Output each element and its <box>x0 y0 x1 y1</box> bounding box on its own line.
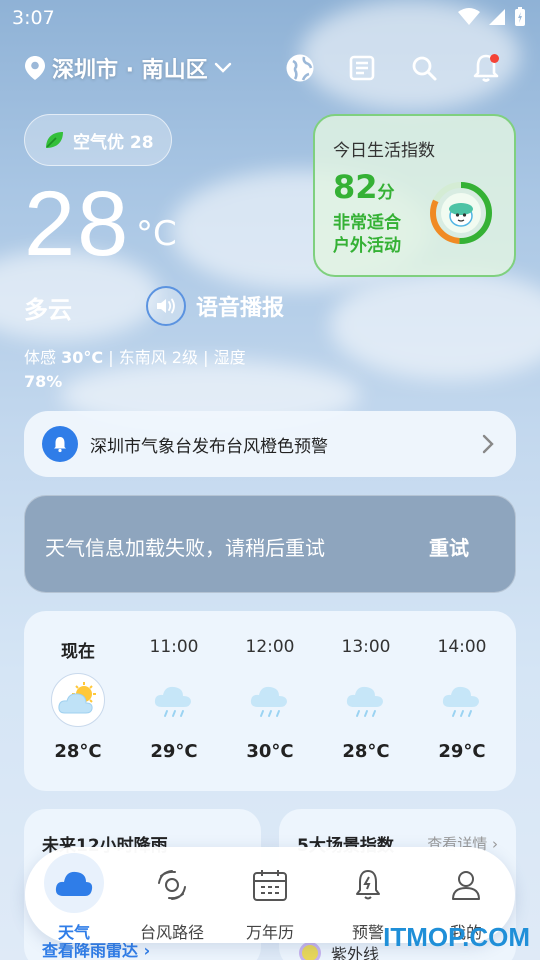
location-name: 深圳市 · 南山区 <box>52 58 208 83</box>
location-pin-icon <box>25 56 45 80</box>
voice-broadcast-button[interactable]: 语音播报 <box>146 286 284 326</box>
nav-label: 台风路径 <box>139 923 204 942</box>
leaf-icon <box>46 132 63 148</box>
wind-info: 东南风 2级 <box>118 348 198 367</box>
hour-time: 14:00 <box>437 637 487 657</box>
chevron-right-icon <box>482 434 494 454</box>
humidity-value: 78% <box>24 372 63 391</box>
typhoon-icon <box>148 861 196 909</box>
hourly-item[interactable]: 现在 28°C <box>30 637 126 762</box>
speaker-icon <box>146 286 186 326</box>
hour-temp: 29°C <box>438 741 486 762</box>
location-bar: 深圳市 · 南山区 <box>24 52 516 88</box>
watermark: ITMOP.COM <box>383 922 530 952</box>
signal-icon <box>489 9 505 25</box>
battery-icon <box>515 7 525 26</box>
feels-like-label: 体感 <box>24 348 57 367</box>
globe-icon <box>286 54 314 82</box>
wifi-icon <box>458 8 480 25</box>
hour-temp: 28°C <box>54 741 102 762</box>
air-quality-label: 空气优 28 <box>73 132 154 153</box>
load-error-card: 天气信息加载失败，请稍后重试 重试 <box>24 495 516 593</box>
uv-icon <box>299 942 321 960</box>
voice-broadcast-label: 语音播报 <box>196 296 285 321</box>
condition-row: 多云 语音播报 <box>24 286 324 328</box>
life-index-desc-line1: 非常适合 <box>333 213 401 233</box>
air-quality-pill[interactable]: 空气优 28 <box>24 114 172 166</box>
calendar-icon <box>246 861 294 909</box>
life-index-score-unit: 分 <box>377 183 395 203</box>
life-index-score: 82分 <box>333 168 395 206</box>
separator: | <box>203 348 209 367</box>
bell-alert-icon <box>42 426 78 462</box>
life-index-score-value: 82 <box>333 168 378 206</box>
news-button[interactable] <box>346 52 378 84</box>
cloud-rain-icon <box>339 673 393 727</box>
hour-time: 13:00 <box>341 637 391 657</box>
cloud-icon <box>44 853 104 913</box>
uv-index-item: 紫外线 <box>299 941 379 960</box>
status-bar: 3:07 <box>0 0 540 36</box>
hourly-item[interactable]: 11:00 29°C <box>126 637 222 762</box>
user-icon <box>442 861 490 909</box>
news-icon <box>349 55 375 81</box>
hour-temp: 30°C <box>246 741 294 762</box>
nav-label: 万年历 <box>245 923 294 942</box>
life-index-card[interactable]: 今日生活指数 82分 非常适合 户外活动 <box>313 114 516 277</box>
typhoon-alert-banner[interactable]: 深圳市气象台发布台风橙色预警 <box>24 411 516 477</box>
cloud-rain-icon <box>435 673 489 727</box>
alert-bell-icon <box>344 861 392 909</box>
life-index-description: 非常适合 户外活动 <box>333 212 433 258</box>
feels-like-value: 30°C <box>61 348 104 367</box>
temperature-unit: °C <box>136 214 177 254</box>
search-button[interactable] <box>408 52 440 84</box>
retry-button[interactable]: 重试 <box>429 532 469 561</box>
nav-item-calendar[interactable]: 万年历 <box>221 861 319 943</box>
hourly-forecast-card: 现在 28°C 11:00 29°C 12:00 30°C 13:00 28°C… <box>24 611 516 791</box>
weather-condition: 多云 <box>24 296 72 324</box>
hour-temp: 28°C <box>342 741 390 762</box>
life-index-title: 今日生活指数 <box>333 141 435 161</box>
life-index-desc-line2: 户外活动 <box>333 236 401 256</box>
temperature-value: 28 <box>24 173 131 275</box>
weather-details: 体感 30°C | 东南风 2级 | 湿度 78% <box>24 346 314 394</box>
uv-label: 紫外线 <box>331 945 380 960</box>
nav-label: 天气 <box>57 923 90 942</box>
current-temperature: 28 °C <box>24 173 177 275</box>
notifications-button[interactable] <box>470 52 502 84</box>
globe-button[interactable] <box>284 52 316 84</box>
separator: | <box>108 348 114 367</box>
chevron-down-icon <box>214 62 231 73</box>
cloud-rain-icon <box>147 673 201 727</box>
life-index-gauge <box>430 182 492 244</box>
hour-time: 11:00 <box>149 637 199 657</box>
cloud-rain-icon <box>243 673 297 727</box>
hour-time: 12:00 <box>245 637 295 657</box>
hour-time: 现在 <box>61 642 95 662</box>
hour-temp: 29°C <box>150 741 198 762</box>
hourly-item[interactable]: 14:00 29°C <box>414 637 510 762</box>
status-time: 3:07 <box>12 7 55 29</box>
load-error-message: 天气信息加载失败，请稍后重试 <box>45 536 325 560</box>
mascot-icon <box>449 203 473 227</box>
nav-item-weather[interactable]: 天气 <box>25 853 123 943</box>
hourly-item[interactable]: 13:00 28°C <box>318 637 414 762</box>
alert-text: 深圳市气象台发布台风橙色预警 <box>90 436 328 457</box>
notification-badge <box>490 54 499 63</box>
search-icon <box>412 56 437 81</box>
nav-item-typhoon[interactable]: 台风路径 <box>123 861 221 943</box>
partly-cloudy-icon <box>51 673 105 727</box>
humidity-label: 湿度 <box>213 348 246 367</box>
location-selector[interactable]: 深圳市 · 南山区 <box>24 52 232 84</box>
hourly-item[interactable]: 12:00 30°C <box>222 637 318 762</box>
